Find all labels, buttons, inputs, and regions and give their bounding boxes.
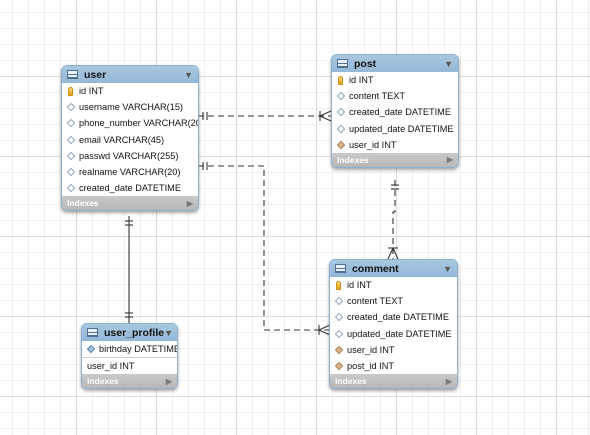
indexes-label: Indexes	[337, 154, 369, 165]
column-label: passwd VARCHAR(255)	[79, 150, 179, 161]
table-name: user	[84, 68, 107, 81]
column-diamond-icon	[66, 119, 75, 128]
column-row[interactable]: created_date DATETIME	[330, 309, 457, 325]
column-label: id INT	[79, 86, 104, 97]
column-diamond-icon	[66, 103, 75, 112]
column-row[interactable]: updated_date DATETIME	[332, 121, 458, 137]
column-row[interactable]: email VARCHAR(45)	[62, 132, 198, 148]
indexes-label: Indexes	[87, 376, 119, 387]
table-header[interactable]: user_profile ▼	[82, 324, 177, 341]
relationship-user-comment[interactable]	[198, 162, 331, 336]
column-row[interactable]: username VARCHAR(15)	[62, 99, 198, 115]
indexes-label: Indexes	[67, 198, 99, 209]
column-row[interactable]: phone_number VARCHAR(20)	[62, 115, 198, 131]
table-comment[interactable]: comment ▼ id INT content TEXT created_da…	[329, 259, 458, 390]
table-user[interactable]: user ▼ id INT username VARCHAR(15) phone…	[61, 65, 199, 212]
column-label: created_date DATETIME	[347, 312, 449, 323]
expand-arrow-icon[interactable]: ▶	[166, 377, 172, 386]
column-label: id INT	[349, 75, 374, 86]
column-label: updated_date DATETIME	[349, 123, 454, 134]
column-label: content TEXT	[349, 91, 406, 102]
column-row[interactable]: id INT	[330, 277, 457, 293]
column-label: user_id INT	[349, 139, 397, 150]
column-row[interactable]: user_id INT	[82, 358, 177, 374]
column-row[interactable]: user_id INT	[330, 342, 457, 358]
column-label: user_id INT	[87, 361, 135, 372]
indexes-bar[interactable]: Indexes ▶	[82, 374, 177, 389]
primary-key-icon	[336, 280, 341, 290]
column-row[interactable]: content TEXT	[330, 293, 457, 309]
relationship-user-post[interactable]	[198, 110, 332, 122]
column-row[interactable]: created_date DATETIME	[332, 104, 458, 120]
column-row[interactable]: created_date DATETIME	[62, 180, 198, 196]
primary-key-icon	[68, 86, 73, 96]
column-row[interactable]: birthday DATETIME	[82, 341, 178, 359]
relationship-post-comment[interactable]	[387, 180, 399, 260]
column-row[interactable]: updated_date DATETIME	[330, 326, 457, 342]
foreign-key-diamond-icon	[334, 361, 343, 371]
table-name: user_profile	[104, 326, 165, 339]
indexes-label: Indexes	[335, 376, 367, 387]
column-row[interactable]: passwd VARCHAR(255)	[62, 148, 198, 164]
collapse-triangle-icon[interactable]: ▼	[444, 59, 453, 69]
table-name: comment	[352, 262, 399, 275]
column-label: username VARCHAR(15)	[79, 102, 183, 113]
expand-arrow-icon[interactable]: ▶	[187, 199, 193, 208]
column-label: created_date DATETIME	[349, 107, 451, 118]
relationship-user-user-profile[interactable]	[125, 216, 133, 323]
column-row[interactable]: realname VARCHAR(20)	[62, 164, 198, 180]
column-label: email VARCHAR(45)	[79, 134, 165, 145]
column-diamond-icon	[86, 344, 95, 354]
collapse-triangle-icon[interactable]: ▼	[164, 328, 173, 338]
column-row[interactable]: user_id INT	[332, 137, 458, 153]
column-row[interactable]: post_id INT	[330, 358, 457, 374]
table-header[interactable]: comment ▼	[330, 260, 457, 277]
column-label: created_date DATETIME	[79, 183, 181, 194]
column-diamond-icon	[336, 124, 345, 133]
column-diamond-icon	[334, 297, 343, 306]
column-label: content TEXT	[347, 296, 404, 307]
column-label: id INT	[347, 280, 372, 291]
table-icon	[337, 59, 348, 68]
foreign-key-diamond-icon	[334, 345, 343, 355]
foreign-key-diamond-icon	[336, 140, 345, 150]
indexes-bar[interactable]: Indexes ▶	[62, 196, 198, 211]
table-post[interactable]: post ▼ id INT content TEXT created_date …	[331, 54, 459, 168]
column-diamond-icon	[334, 313, 343, 322]
column-diamond-icon	[336, 92, 345, 101]
column-label: post_id INT	[347, 361, 394, 372]
column-label: birthday DATETIME	[99, 344, 178, 355]
column-diamond-icon	[66, 167, 75, 177]
column-diamond-icon	[334, 329, 343, 338]
table-name: post	[354, 57, 377, 70]
table-icon	[87, 328, 98, 337]
column-label: realname VARCHAR(20)	[79, 167, 181, 178]
table-user-profile[interactable]: user_profile ▼ birthday DATETIME user_id…	[81, 323, 178, 390]
collapse-triangle-icon[interactable]: ▼	[184, 70, 193, 80]
indexes-bar[interactable]: Indexes ▶	[330, 374, 457, 389]
table-header[interactable]: post ▼	[332, 55, 458, 72]
column-row[interactable]: id INT	[62, 83, 198, 99]
expand-arrow-icon[interactable]: ▶	[447, 155, 453, 164]
column-diamond-icon	[66, 151, 75, 161]
column-diamond-icon	[336, 108, 345, 117]
column-diamond-icon	[66, 183, 75, 193]
column-diamond-icon	[66, 135, 75, 144]
column-row[interactable]: content TEXT	[332, 88, 458, 104]
expand-arrow-icon[interactable]: ▶	[446, 377, 452, 386]
primary-key-icon	[338, 75, 343, 85]
column-label: updated_date DATETIME	[347, 328, 452, 339]
column-row[interactable]: id INT	[332, 72, 458, 88]
column-label: phone_number VARCHAR(20)	[79, 118, 199, 129]
indexes-bar[interactable]: Indexes ▶	[332, 152, 458, 167]
table-icon	[67, 70, 78, 79]
table-header[interactable]: user ▼	[62, 66, 198, 83]
table-icon	[335, 264, 346, 273]
column-label: user_id INT	[347, 344, 395, 355]
collapse-triangle-icon[interactable]: ▼	[443, 264, 452, 274]
